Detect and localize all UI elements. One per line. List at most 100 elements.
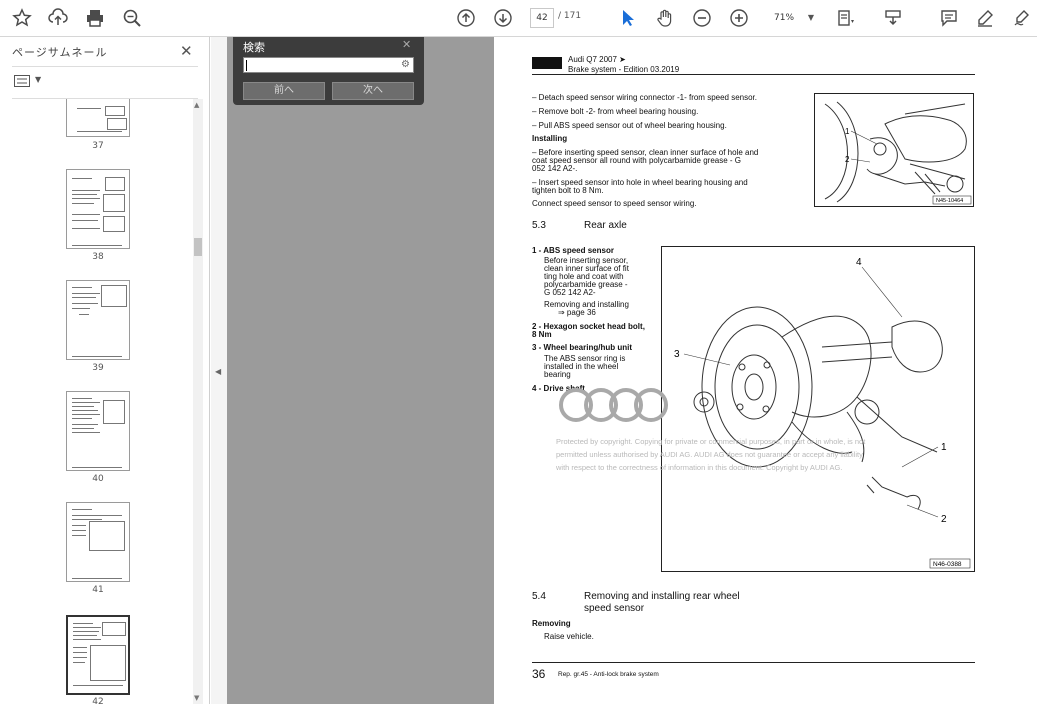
- copyright-watermark-text: with respect to the correctness of infor…: [556, 463, 843, 472]
- legend-item: 3 - Wheel bearing/hub unit: [532, 343, 632, 352]
- footer-rule: [532, 662, 975, 663]
- fit-page-icon[interactable]: [834, 7, 858, 29]
- figure-code: N45-10464: [936, 198, 963, 204]
- audi-rings-watermark: [556, 385, 672, 429]
- doc-header-title: Audi Q7 2007 ➤: [568, 55, 626, 64]
- legend-line: bearing: [544, 370, 571, 379]
- page-label: 41: [92, 585, 104, 595]
- thumbnail-options-button[interactable]: ▼: [14, 75, 44, 91]
- page-up-icon[interactable]: [454, 7, 478, 29]
- step-text: 052 142 A2-.: [532, 164, 578, 173]
- page-label: 42: [92, 697, 104, 704]
- page-label: 40: [92, 474, 104, 484]
- page-label: 39: [92, 363, 104, 373]
- page-thumbnail-39[interactable]: [66, 280, 130, 360]
- thumbnail-scrollbar[interactable]: ▲ ▼: [193, 99, 203, 704]
- page-thumbnail-37[interactable]: [66, 99, 130, 137]
- sign-icon[interactable]: [1010, 7, 1034, 29]
- find-previous-button[interactable]: 前へ: [243, 82, 325, 100]
- copyright-watermark-text: permitted unless authorised by AUDI AG. …: [556, 450, 863, 459]
- step-text: tighten bolt to 8 Nm.: [532, 186, 604, 195]
- zoom-level-value: 71%: [774, 13, 795, 23]
- installing-heading: Installing: [532, 134, 568, 143]
- rear-axle-drawing: 4 3 1 2 N46-0388: [674, 257, 971, 569]
- section-title-cont: speed sensor: [584, 603, 645, 614]
- callout-1: 1: [845, 127, 850, 136]
- section-number: 5.4: [532, 591, 546, 602]
- panel-collapse-strip[interactable]: ◀: [211, 37, 227, 704]
- audi-logo-block: [532, 57, 562, 69]
- find-panel: 検索 ✕ ⚙ 前へ 次へ: [233, 37, 424, 105]
- doc-header-subtitle: Brake system - Edition 03.2019: [568, 65, 680, 74]
- section-title: Removing and installing rear wheel: [584, 591, 740, 602]
- header-rule: [532, 74, 975, 75]
- print-icon[interactable]: [83, 7, 107, 29]
- upload-icon[interactable]: [46, 7, 70, 29]
- footer-page-number: 36: [532, 667, 546, 681]
- step-text: – Pull ABS speed sensor out of wheel bea…: [532, 121, 727, 130]
- zoom-level-select[interactable]: 71% ▼: [766, 8, 818, 28]
- legend-line: G 052 142 A2-: [544, 288, 596, 297]
- thumbnail-panel: ページサムネール ✕ ▼ 37 38 39 40 41 42 ▲ ▼: [0, 37, 210, 704]
- legend-item: 8 Nm: [532, 330, 552, 339]
- scrollbar-thumb[interactable]: [194, 238, 202, 256]
- callout-2: 2: [941, 514, 947, 525]
- page-total: / 171: [558, 11, 582, 21]
- copyright-watermark-text: Protected by copyright. Copying for priv…: [556, 437, 866, 446]
- brake-assembly-drawing: 1 2 N45-10464: [824, 101, 972, 205]
- page-reference-link[interactable]: ⇒ page 36: [558, 308, 596, 317]
- removing-heading: Removing: [532, 619, 571, 628]
- main-toolbar: 42 / 171 71% ▼: [0, 0, 1037, 37]
- step-text: Connect speed sensor to speed sensor wir…: [532, 199, 697, 208]
- speed-sensor-figure: 1 2 N45-10464: [814, 93, 974, 207]
- scroll-mode-icon[interactable]: [881, 7, 905, 29]
- step-text: – Detach speed sensor wiring connector -…: [532, 93, 758, 102]
- chevron-left-icon[interactable]: ◀: [215, 367, 221, 376]
- page-thumbnail-38[interactable]: [66, 169, 130, 249]
- comment-icon[interactable]: [937, 7, 961, 29]
- step-text: Raise vehicle.: [544, 632, 594, 641]
- page-thumbnail-40[interactable]: [66, 391, 130, 471]
- document-page: Audi Q7 2007 ➤ Brake system - Edition 03…: [494, 37, 1037, 704]
- page-down-icon[interactable]: [491, 7, 515, 29]
- callout-1: 1: [941, 442, 947, 453]
- footer-text: Rep. gr.45 - Anti-lock brake system: [558, 671, 659, 678]
- callout-2: 2: [845, 155, 850, 164]
- page-number-input[interactable]: 42: [530, 8, 554, 28]
- page-label: 37: [92, 141, 104, 151]
- zoom-search-icon[interactable]: [120, 7, 144, 29]
- page-thumbnail-41[interactable]: [66, 502, 130, 582]
- divider: [12, 66, 198, 67]
- callout-4: 4: [856, 257, 862, 268]
- hand-icon[interactable]: [653, 7, 677, 29]
- section-number: 5.3: [532, 220, 546, 231]
- highlight-icon[interactable]: [973, 7, 997, 29]
- figure-code: N46-0388: [933, 561, 962, 568]
- legend-item: 1 - ABS speed sensor: [532, 246, 614, 255]
- close-icon[interactable]: ✕: [402, 38, 411, 51]
- scroll-up-icon[interactable]: ▲: [194, 101, 199, 109]
- find-input[interactable]: ⚙: [243, 57, 414, 73]
- star-icon[interactable]: [10, 7, 34, 29]
- select-cursor-icon[interactable]: [616, 7, 640, 29]
- list-options-icon: [14, 75, 30, 87]
- rear-axle-figure: 4 3 1 2 N46-0388: [661, 246, 975, 572]
- close-icon[interactable]: ✕: [180, 42, 193, 60]
- page-label: 38: [92, 252, 104, 262]
- zoom-out-icon[interactable]: [690, 7, 714, 29]
- text-cursor: [246, 60, 247, 71]
- step-text: – Remove bolt -2- from wheel bearing hou…: [532, 107, 699, 116]
- chevron-down-icon: ▼: [35, 75, 42, 84]
- section-title: Rear axle: [584, 220, 627, 231]
- page-thumbnail-42[interactable]: [66, 615, 130, 695]
- scroll-down-icon[interactable]: ▼: [194, 694, 199, 702]
- zoom-in-icon[interactable]: [727, 7, 751, 29]
- panel-title: ページサムネール: [12, 46, 108, 59]
- gear-icon[interactable]: ⚙: [401, 59, 410, 70]
- find-next-button[interactable]: 次へ: [332, 82, 414, 100]
- callout-3: 3: [674, 349, 680, 360]
- document-background: [227, 37, 494, 704]
- chevron-down-icon: ▼: [807, 13, 814, 22]
- find-title: 検索: [243, 41, 265, 54]
- thumbnail-list: 37 38 39 40 41 42: [0, 99, 195, 704]
